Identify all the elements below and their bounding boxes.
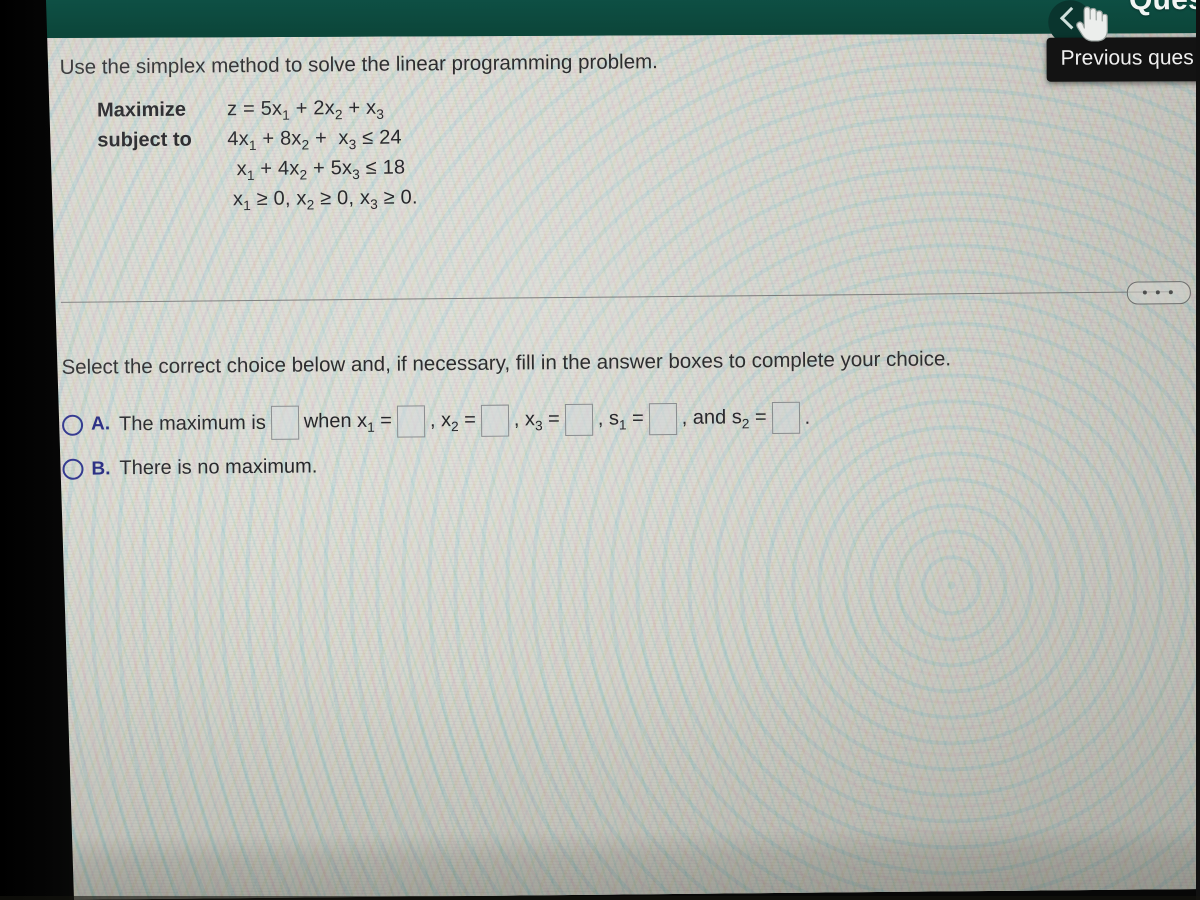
maximize-label: Maximize: [96, 98, 187, 122]
constraint-row-1: subject to 4x1 + 8x2 + x3 ≤ 24: [97, 126, 417, 159]
answer-box-maximum[interactable]: [270, 405, 299, 440]
constraint-row-3: x1 ≥ 0, x2 ≥ 0, x3 ≥ 0.: [98, 186, 418, 219]
choice-a-letter: A.: [90, 413, 111, 435]
answer-box-x1[interactable]: [396, 405, 426, 438]
more-options-button[interactable]: [1126, 281, 1191, 305]
section-divider: [60, 291, 1171, 303]
choice-a-segment-1: , x2 =: [429, 408, 476, 434]
app-header-background: [43, 0, 1200, 38]
app-header-bar: [43, 0, 1200, 38]
choice-a[interactable]: A. The maximum is when x1 = , x2 = , x3 = , s…: [61, 401, 811, 440]
subject-to-label: subject to: [97, 128, 192, 152]
objective-row: Maximize z = 5x1 + 2x2 + x3: [97, 96, 417, 129]
previous-question-tooltip: Previous ques: [1046, 37, 1200, 82]
choice-list: A. The maximum is when x1 = , x2 = , x3 = , s…: [61, 401, 811, 508]
constraint-2: x1 + 4x2 + 5x3 ≤ 18: [236, 156, 406, 184]
choice-a-segment-5: .: [804, 406, 811, 429]
choice-a-text: The maximum is: [118, 411, 266, 435]
tooltip-label: Previous ques: [1060, 46, 1194, 70]
constraint-row-2: x1 + 4x2 + 5x3 ≤ 18: [98, 156, 418, 189]
linear-program-statement: Maximize z = 5x1 + 2x2 + x3 subject to 4x1…: [97, 96, 418, 219]
ellipsis-icon: [1142, 290, 1147, 295]
answer-box-s1[interactable]: [648, 402, 677, 436]
question-prompt: Use the simplex method to solve the line…: [59, 50, 658, 79]
answer-box-x3[interactable]: [564, 403, 593, 437]
choice-a-segment-4: , and s2 =: [681, 405, 767, 431]
app-title: Questio: [1129, 0, 1200, 18]
nonnegativity-constraints: x1 ≥ 0, x2 ≥ 0, x3 ≥ 0.: [232, 186, 418, 214]
answer-box-x2[interactable]: [480, 404, 510, 437]
choice-b[interactable]: B. There is no maximum.: [62, 451, 810, 486]
choice-a-segment-2: , x3 =: [513, 407, 560, 433]
radio-button-b[interactable]: [62, 458, 84, 480]
pointing-hand-cursor: [1074, 2, 1108, 49]
choice-b-text: There is no maximum.: [119, 455, 318, 480]
question-content: Use the simplex method to solve the line…: [44, 0, 1200, 900]
screen-surface: Use the simplex method to solve the line…: [43, 0, 1200, 900]
choice-b-letter: B.: [91, 457, 111, 480]
choice-a-segment-3: , s1 =: [597, 406, 644, 432]
device-bezel-bottom: [0, 896, 1200, 900]
ellipsis-icon: [1168, 290, 1173, 295]
ellipsis-icon: [1155, 290, 1160, 295]
radio-button-a[interactable]: [61, 414, 84, 436]
instruction-text: Select the correct choice below and, if …: [61, 347, 952, 379]
answer-box-s2[interactable]: [771, 401, 800, 435]
constraint-1: 4x1 + 8x2 + x3 ≤ 24: [227, 126, 402, 154]
photograph-of-screen: Use the simplex method to solve the line…: [0, 0, 1200, 900]
choice-a-segment-0: when x1 =: [303, 409, 393, 435]
objective-function: z = 5x1 + 2x2 + x3: [226, 96, 385, 123]
device-bezel-right: [1196, 0, 1200, 900]
